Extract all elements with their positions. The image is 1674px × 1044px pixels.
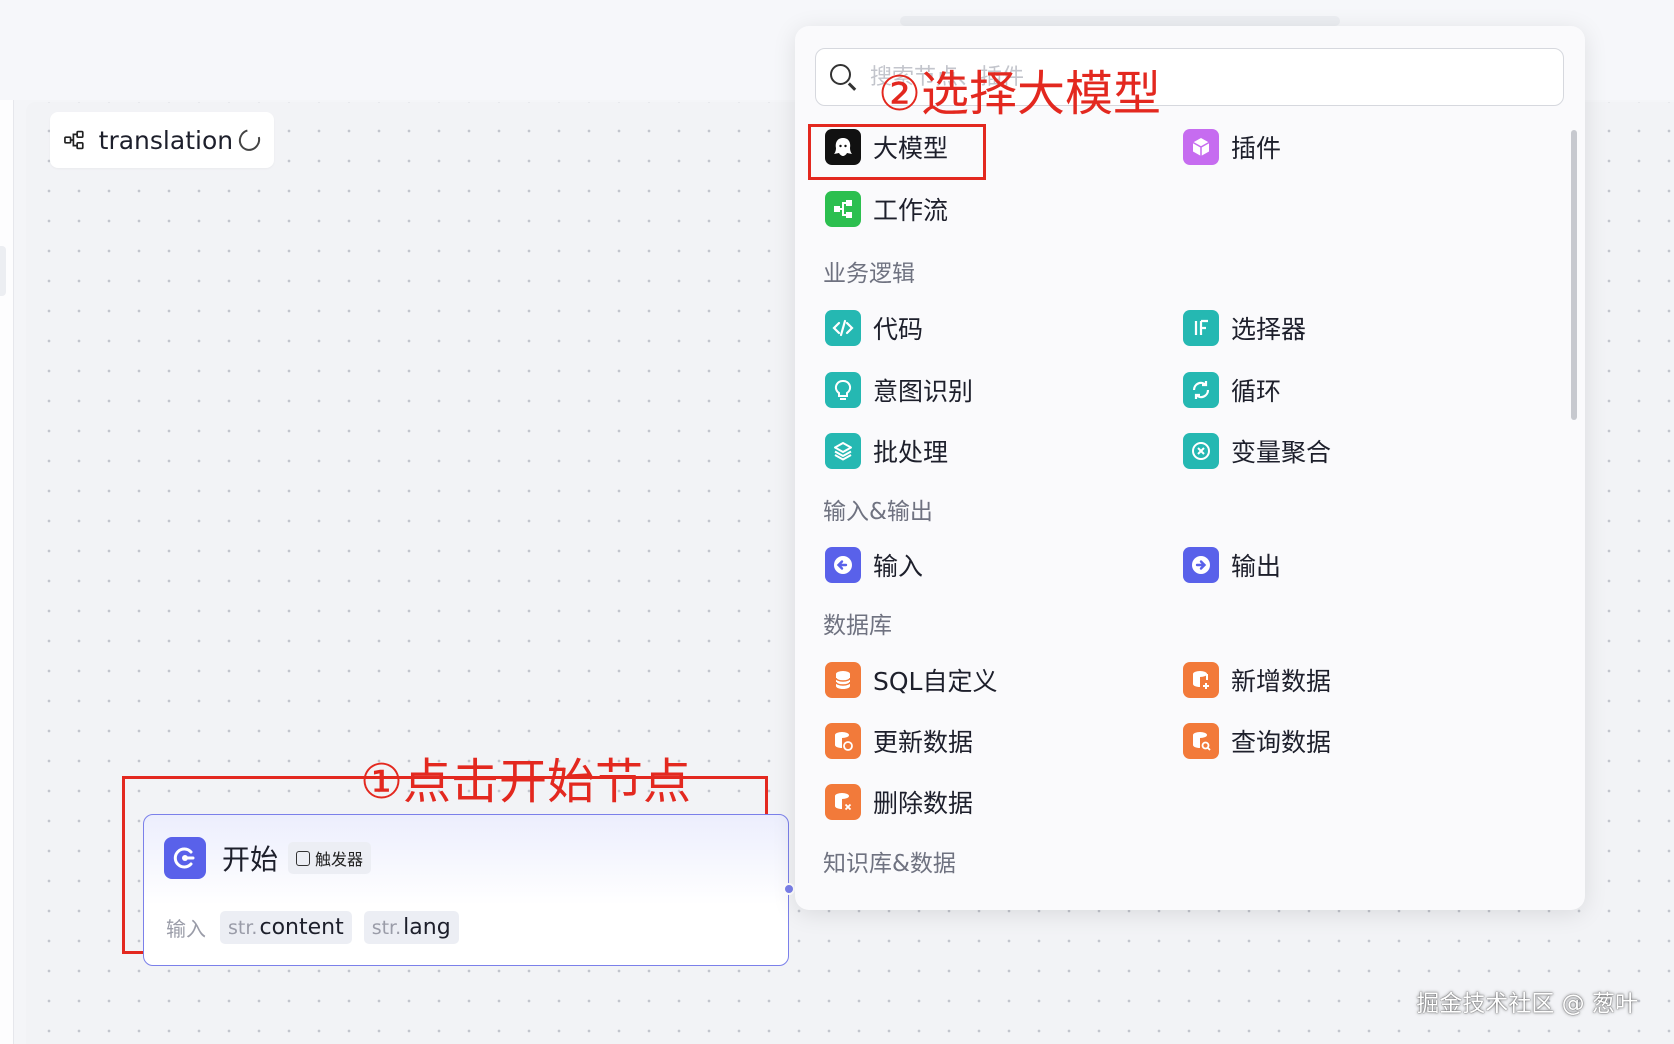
panel-scrollbar[interactable]: [1571, 130, 1577, 420]
node-item-label: 选择器: [1231, 315, 1307, 344]
node-item-label: 批处理: [873, 438, 949, 467]
input-arrow-icon: [825, 547, 861, 583]
annotation-step2: ②选择大模型: [878, 66, 1162, 122]
node-item-batch[interactable]: 批处理: [825, 426, 948, 476]
left-sidebar-edge: [0, 100, 14, 1044]
node-item-code[interactable]: 代码: [825, 303, 923, 353]
node-item-label: 变量聚合: [1231, 438, 1332, 467]
node-item-label: SQL自定义: [873, 667, 998, 696]
watermark: 掘金技术社区 @ 葱叶: [1416, 991, 1638, 1017]
param-type: str.: [371, 917, 402, 939]
trigger-badge-label: 触发器: [315, 850, 364, 869]
section-title-knowledge: 知识库&数据: [823, 851, 956, 877]
start-node[interactable]: 开始 触发器 输入 str. content str. lang: [143, 814, 795, 966]
node-item-label: 插件: [1231, 134, 1282, 163]
node-list: 大模型 插件 工作流 业务逻辑 代码 选择器 意图识别 循环 批处理 变量聚合 …: [795, 122, 1565, 910]
start-node-icon: [164, 837, 206, 879]
database-delete-icon: [825, 784, 861, 820]
node-item-delete-data[interactable]: 删除数据: [825, 777, 973, 827]
param-chip: str. lang: [363, 911, 459, 944]
database-search-icon: [1183, 723, 1219, 759]
output-port[interactable]: [783, 883, 795, 895]
node-item-label: 新增数据: [1231, 667, 1332, 696]
node-item-label: 意图识别: [873, 377, 974, 406]
code-icon: [825, 310, 861, 346]
node-item-query-data[interactable]: 查询数据: [1183, 716, 1331, 766]
workflow-title-chip[interactable]: translation: [50, 112, 274, 168]
node-item-sql[interactable]: SQL自定义: [825, 655, 997, 705]
trigger-icon: [296, 850, 311, 866]
workflow-graph-icon: [64, 130, 84, 150]
node-item-label: 循环: [1231, 377, 1282, 406]
node-item-selector[interactable]: 选择器: [1183, 303, 1306, 353]
workflow-name: translation: [98, 125, 234, 155]
node-item-loop[interactable]: 循环: [1183, 365, 1281, 415]
header-tab[interactable]: [900, 16, 1340, 26]
layers-icon: [825, 433, 861, 469]
database-add-icon: [1183, 662, 1219, 698]
node-item-update-data[interactable]: 更新数据: [825, 716, 973, 766]
section-title-logic: 业务逻辑: [823, 261, 915, 287]
input-label: 输入: [166, 917, 206, 941]
aggregate-icon: [1183, 433, 1219, 469]
highlight-llm-item: [808, 124, 986, 180]
param-name: content: [259, 915, 344, 940]
node-item-aggregate[interactable]: 变量聚合: [1183, 426, 1331, 476]
sidebar-handle[interactable]: [0, 246, 6, 296]
node-item-workflow[interactable]: 工作流: [825, 184, 948, 234]
loop-icon: [1183, 372, 1219, 408]
node-item-label: 输出: [1231, 552, 1282, 581]
section-title-database: 数据库: [823, 613, 892, 639]
if-icon: [1183, 310, 1219, 346]
param-type: str.: [228, 917, 258, 939]
node-item-plugin[interactable]: 插件: [1183, 122, 1281, 172]
node-item-label: 删除数据: [873, 789, 974, 818]
node-item-label: 更新数据: [873, 728, 974, 757]
loading-spinner-icon: [234, 125, 265, 155]
node-item-intent[interactable]: 意图识别: [825, 365, 973, 415]
param-name: lang: [403, 915, 451, 940]
node-item-label: 代码: [873, 315, 924, 344]
bulb-icon: [825, 372, 861, 408]
database-icon: [825, 662, 861, 698]
node-item-input[interactable]: 输入: [825, 540, 923, 590]
node-item-label: 输入: [873, 552, 924, 581]
node-item-label: 工作流: [873, 196, 949, 225]
trigger-badge[interactable]: 触发器: [288, 842, 372, 874]
node-item-label: 查询数据: [1231, 728, 1332, 757]
node-item-add-data[interactable]: 新增数据: [1183, 655, 1331, 705]
workflow-icon: [825, 191, 861, 227]
output-arrow-icon: [1183, 547, 1219, 583]
node-item-output[interactable]: 输出: [1183, 540, 1281, 590]
start-node-title: 开始: [222, 843, 279, 876]
plugin-cube-icon: [1183, 129, 1219, 165]
section-title-io: 输入&输出: [823, 499, 933, 525]
param-chip: str. content: [220, 911, 352, 944]
search-icon: [830, 64, 857, 91]
database-update-icon: [825, 723, 861, 759]
